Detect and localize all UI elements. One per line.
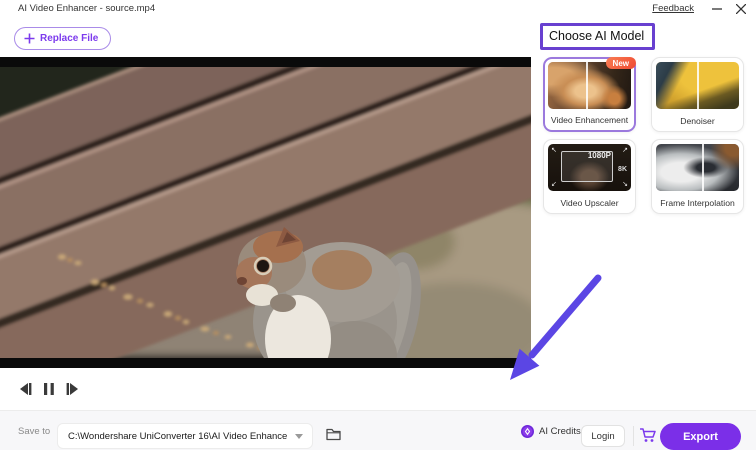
plus-icon (24, 33, 35, 44)
login-button[interactable]: Login (581, 425, 625, 447)
video-enhancement-thumbnail (548, 62, 631, 109)
feedback-link[interactable]: Feedback (652, 3, 694, 14)
new-badge: New (605, 57, 636, 69)
ai-model-panel: Choose AI Model New Video Enhancement De… (531, 18, 756, 410)
step-backward-button[interactable] (16, 381, 34, 397)
video-player[interactable] (0, 57, 531, 368)
resolution-overlay: 1080P (587, 151, 611, 160)
expand-arrow-icon: ↗ (622, 147, 628, 154)
model-card-video-upscaler[interactable]: 1080P 8K ↖ ↗ ↙ ↘ Video Upscaler (543, 139, 636, 214)
window-title: AI Video Enhancer - source.mp4 (18, 3, 156, 14)
save-path-select[interactable]: C:\Wondershare UniConverter 16\AI Video … (57, 423, 313, 449)
pause-icon (44, 383, 54, 395)
expand-arrow-icon: ↘ (622, 181, 628, 188)
title-bar: AI Video Enhancer - source.mp4 Feedback (0, 0, 756, 18)
divider (633, 426, 634, 446)
denoiser-thumbnail (656, 62, 739, 109)
close-button[interactable] (732, 1, 750, 17)
export-bar: Save to C:\Wondershare UniConverter 16\A… (0, 410, 756, 450)
ai-credits-label: AI Credits: (539, 426, 584, 437)
model-label: Video Enhancement (550, 115, 629, 125)
cart-button[interactable] (639, 428, 656, 448)
export-button[interactable]: Export (660, 423, 741, 450)
save-path-value: C:\Wondershare UniConverter 16\AI Video … (68, 431, 288, 442)
step-forward-button[interactable] (63, 381, 81, 397)
save-to-label: Save to (18, 426, 51, 437)
minimize-button[interactable] (708, 1, 726, 17)
model-card-frame-interpolation[interactable]: Frame Interpolation (651, 139, 744, 214)
chevron-down-icon (295, 434, 303, 439)
ai-credits-icon (521, 425, 534, 438)
step-backward-icon (19, 383, 31, 395)
video-frame-squirrel (0, 67, 531, 358)
app-window: AI Video Enhancer - source.mp4 Feedback … (0, 0, 756, 450)
ai-credits-group: AI Credits: (521, 425, 583, 438)
frame-interpolation-thumbnail (656, 144, 739, 191)
browse-folder-button[interactable] (326, 428, 341, 446)
expand-arrow-icon: ↙ (551, 181, 557, 188)
model-card-video-enhancement[interactable]: New Video Enhancement (543, 57, 636, 132)
playback-controls: 00:00:03/00:00:03 Preview (0, 368, 531, 410)
step-forward-icon (66, 383, 78, 395)
replace-file-button[interactable]: Replace File (14, 27, 112, 50)
minimize-icon (712, 8, 722, 10)
model-label: Video Upscaler (560, 198, 619, 208)
video-upscaler-thumbnail: 1080P 8K ↖ ↗ ↙ ↘ (548, 144, 631, 191)
replace-file-label: Replace File (40, 33, 99, 44)
cart-icon (639, 428, 656, 442)
folder-icon (326, 428, 341, 441)
pause-button[interactable] (40, 381, 58, 397)
model-label: Frame Interpolation (660, 198, 735, 208)
choose-ai-model-header: Choose AI Model (540, 23, 656, 50)
close-icon (736, 4, 746, 14)
model-card-denoiser[interactable]: Denoiser (651, 57, 744, 132)
target-resolution-overlay: 8K (618, 166, 627, 173)
expand-arrow-icon: ↖ (551, 147, 557, 154)
model-label: Denoiser (680, 116, 715, 126)
